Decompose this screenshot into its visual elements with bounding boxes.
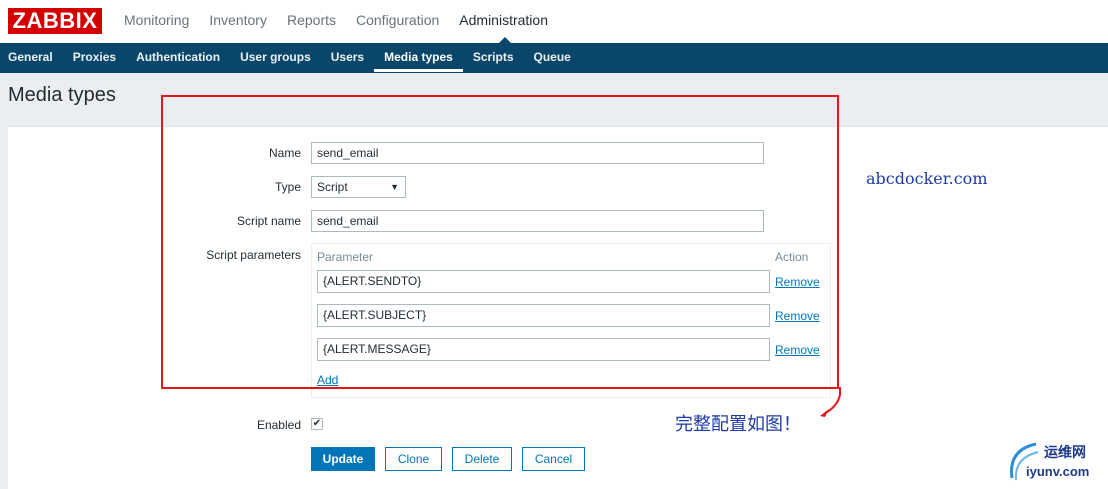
top-header: ZABBIX Monitoring Inventory Reports Conf… xyxy=(0,0,1108,44)
type-label: Type xyxy=(274,180,301,194)
watermark-text-url: iyunv.com xyxy=(1026,464,1090,479)
watermark: 运维网 iyunv.com xyxy=(1006,438,1104,484)
annotation-note: 完整配置如图！ xyxy=(675,414,801,435)
zabbix-logo[interactable]: ZABBIX xyxy=(8,8,102,34)
nav-reports[interactable]: Reports xyxy=(277,0,346,43)
enabled-label: Enabled xyxy=(256,418,301,432)
nav-inventory[interactable]: Inventory xyxy=(199,0,277,43)
subnav-user-groups[interactable]: User groups xyxy=(230,43,321,73)
script-name-label: Script name xyxy=(236,214,301,228)
remove-param-link[interactable]: Remove xyxy=(775,309,820,323)
clone-button[interactable]: Clone xyxy=(385,447,442,471)
subnav-general[interactable]: General xyxy=(0,43,63,73)
nav-administration[interactable]: Administration xyxy=(449,0,558,44)
remove-param-link[interactable]: Remove xyxy=(775,343,820,357)
subnav-users[interactable]: Users xyxy=(321,43,374,73)
nav-monitoring[interactable]: Monitoring xyxy=(114,0,199,43)
name-label: Name xyxy=(268,146,301,160)
subnav-media-types[interactable]: Media types xyxy=(374,43,463,72)
dropdown-arrow-icon: ▼ xyxy=(390,182,399,192)
param-input-sendto[interactable]: {ALERT.SENDTO} xyxy=(317,270,770,293)
script-name-input[interactable]: send_email xyxy=(311,210,764,232)
enabled-checkbox[interactable]: ✔ xyxy=(311,418,323,430)
annotation-url: abcdocker.com xyxy=(866,169,988,188)
subnav-queue[interactable]: Queue xyxy=(524,43,581,73)
annotation-arrow-icon xyxy=(820,387,841,417)
subnav-authentication[interactable]: Authentication xyxy=(126,43,230,73)
nav-configuration[interactable]: Configuration xyxy=(346,0,449,43)
remove-param-link[interactable]: Remove xyxy=(775,275,820,289)
action-column-header: Action xyxy=(775,250,809,264)
delete-button[interactable]: Delete xyxy=(452,447,512,471)
type-select-value: Script xyxy=(317,180,348,194)
param-input-subject[interactable]: {ALERT.SUBJECT} xyxy=(317,304,770,327)
name-input[interactable]: send_email xyxy=(311,142,764,164)
param-column-header: Parameter xyxy=(317,250,374,264)
page-title: Media types xyxy=(8,84,116,106)
cancel-button[interactable]: Cancel xyxy=(522,447,585,471)
script-params-label: Script parameters xyxy=(206,248,301,262)
subnav-scripts[interactable]: Scripts xyxy=(463,43,524,73)
type-select[interactable]: Script ▼ xyxy=(311,176,406,198)
param-input-message[interactable]: {ALERT.MESSAGE} xyxy=(317,338,770,361)
watermark-text-cn: 运维网 xyxy=(1044,444,1086,460)
main-nav: Monitoring Inventory Reports Configurati… xyxy=(114,0,558,44)
sub-nav: General Proxies Authentication User grou… xyxy=(0,43,1108,73)
update-button[interactable]: Update xyxy=(311,447,375,471)
subnav-proxies[interactable]: Proxies xyxy=(63,43,126,73)
add-param-link[interactable]: Add xyxy=(317,373,338,387)
